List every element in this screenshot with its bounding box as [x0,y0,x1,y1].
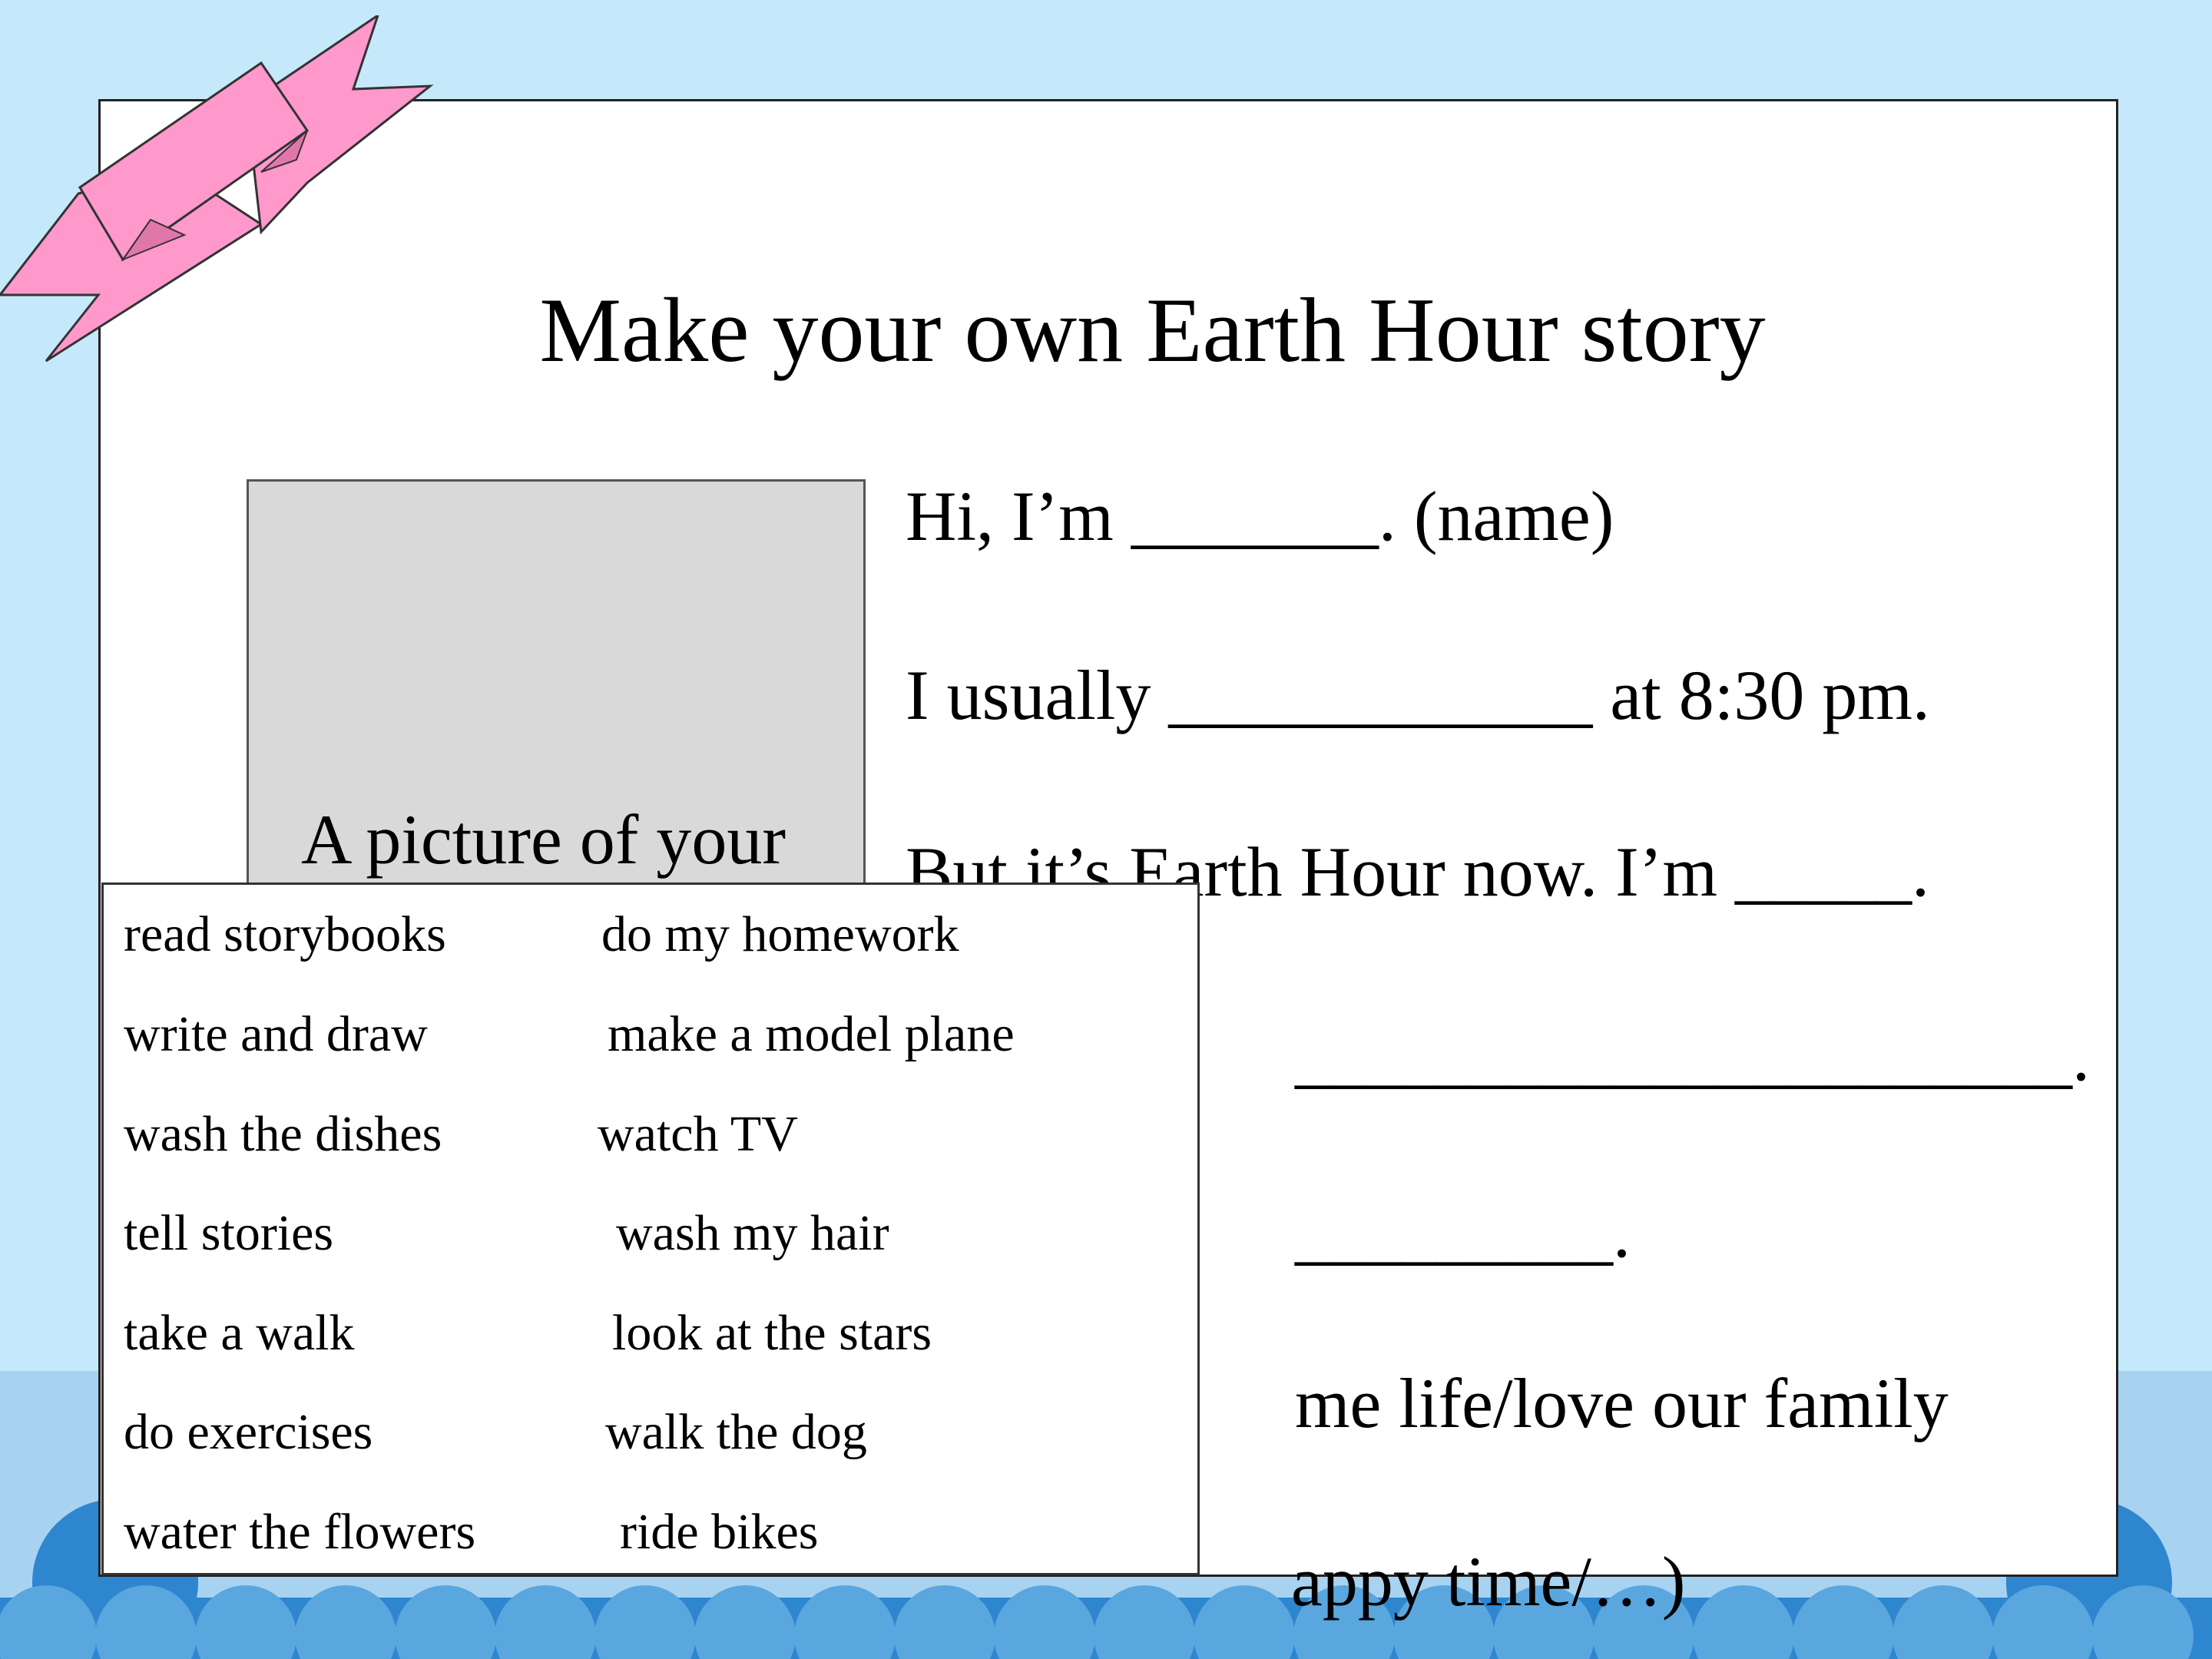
word-bank-item: take a walk [124,1305,355,1361]
word-bank-item: read storybooks [124,906,446,962]
word-bank-item: tell stories [124,1205,334,1261]
story-line-name: Hi, I’m _______. (name) [906,477,1614,555]
story-line-5-text: _________. [1295,1194,1631,1272]
word-bank: read storybooks write and draw wash the … [101,882,1200,1575]
pink-ribbon-decoration [0,15,434,363]
word-bank-item: wash the dishes [124,1106,442,1162]
word-bank-item: make a model plane [608,1006,1015,1062]
word-bank-item: ride bikes [620,1504,819,1560]
story-line-7: appy time/…) [1291,1539,1686,1624]
word-bank-item: walk the dog [605,1404,867,1460]
story-line-4: ______________________. [1295,1014,2090,1098]
word-bank-item: wash my hair [616,1205,889,1261]
story-line-5: _________. [1295,1190,1631,1275]
word-bank-item: do exercises [124,1404,373,1460]
story-line-usual-activity: I usually ____________ at 8:30 pm. [906,656,1930,734]
title-text: Make your own Earth Hour story [539,279,1766,381]
story-line-6-text: me life/love our family [1295,1364,1949,1442]
word-bank-item: do my homework [601,906,959,962]
story-line-4-text: ______________________. [1295,1017,2090,1095]
story-line-7-text: appy time/…) [1291,1542,1686,1621]
story-line-6: me life/love our family [1295,1361,1949,1445]
word-bank-item: look at the stars [612,1305,932,1361]
word-bank-item: water the flowers [124,1504,476,1560]
word-bank-item: write and draw [124,1006,428,1062]
word-bank-item: watch TV [598,1106,798,1162]
